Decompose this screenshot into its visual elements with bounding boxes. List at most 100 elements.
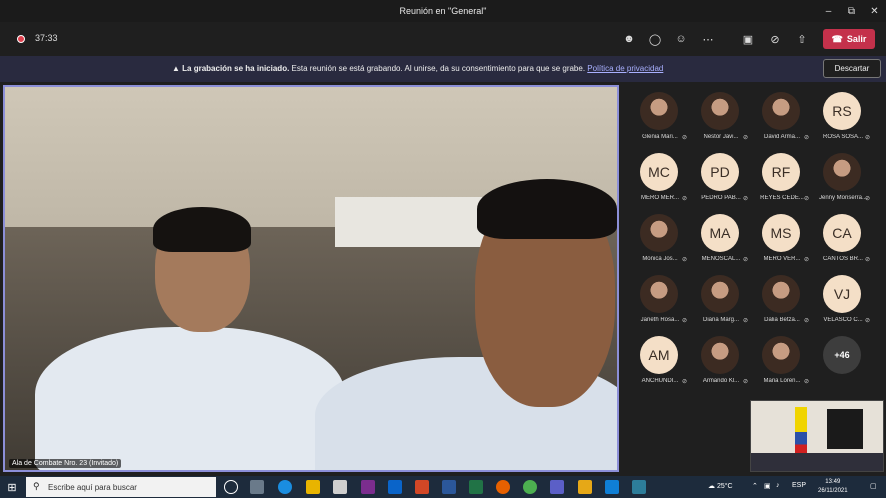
participant-avatar (762, 92, 800, 130)
network-icon[interactable]: ▣ (764, 482, 771, 490)
participant-name: Nestor Javi... (703, 134, 739, 140)
dismiss-button[interactable]: Descartar (823, 59, 881, 78)
participant-1-hair (153, 207, 251, 252)
mic-muted-icon: ⊘ (743, 196, 749, 202)
participant-name: Dalia Betza... (764, 317, 800, 323)
participant-tile[interactable]: MC MERO MER... ⊘ (630, 149, 694, 209)
mic-muted-icon: ⊘ (804, 318, 810, 324)
participant-tile[interactable]: Monica Jos... ⊘ (630, 210, 694, 270)
widgets-icon[interactable] (250, 480, 264, 494)
participant-avatar: VJ (823, 275, 861, 313)
volume-icon[interactable]: ♪ (776, 482, 780, 489)
participant-tile[interactable]: Diana Marg... ⊘ (691, 271, 755, 331)
participant-tile[interactable]: RF REYES CEDE... ⊘ (752, 149, 816, 209)
teams-icon[interactable] (550, 480, 564, 494)
self-view-video[interactable] (750, 400, 884, 472)
participant-name: PEDRO PAB... (701, 195, 741, 201)
maximize-icon[interactable]: ⧉ (840, 0, 863, 22)
video-background-shelf (335, 197, 485, 247)
participant-tile[interactable]: AM ANCHUNDI... ⊘ (630, 332, 694, 392)
participant-tile[interactable]: MS MERO VER... ⊘ (752, 210, 816, 270)
participant-tile[interactable]: PD PEDRO PAB... ⊘ (691, 149, 755, 209)
participant-avatar: CA (823, 214, 861, 252)
mic-muted-icon: ⊘ (865, 135, 871, 141)
app-icon-2[interactable] (605, 480, 619, 494)
close-icon[interactable]: ✕ (863, 0, 886, 22)
participant-name: Diana Marg... (702, 317, 739, 323)
taskbar-search-input[interactable]: ⚲ Escribe aquí para buscar (26, 477, 216, 497)
participant-tile[interactable]: David Arma... ⊘ (752, 88, 816, 148)
word-icon[interactable] (442, 480, 456, 494)
participant-tile[interactable]: Jenny Monserra... ⊘ (813, 149, 877, 209)
minimize-icon[interactable]: – (817, 0, 840, 22)
reactions-icon[interactable]: ☺ (672, 30, 690, 48)
participant-tile[interactable]: Armando Kl... ⊘ (691, 332, 755, 392)
participant-name: MERO VER... (763, 256, 801, 262)
participant-avatar (823, 153, 861, 191)
powerpoint-icon[interactable] (415, 480, 429, 494)
participant-avatar: RS (823, 92, 861, 130)
participant-name: REYES CEDE... (760, 195, 804, 201)
participant-tile[interactable]: CA CANTOS BR... ⊘ (813, 210, 877, 270)
participant-avatar: AM (640, 336, 678, 374)
mic-muted-icon: ⊘ (743, 135, 749, 141)
main-video-stage[interactable]: Ala de Combate Nro. 23 (Invitado) (3, 85, 619, 472)
mic-muted-icon: ⊘ (682, 196, 688, 202)
camera-icon[interactable]: ▣ (739, 30, 757, 48)
mic-muted-icon: ⊘ (804, 379, 810, 385)
participant-tile[interactable]: RS ROSA SOSA... ⊘ (813, 88, 877, 148)
participant-name: MERO MER... (640, 195, 679, 201)
windows-start-icon[interactable]: ⊞ (5, 480, 19, 494)
participant-1-body (35, 327, 345, 470)
taskbar-clock[interactable]: 13:49 26/11/2021 (818, 478, 848, 496)
file-explorer-icon[interactable] (306, 480, 320, 494)
store-icon[interactable] (333, 480, 347, 494)
participant-tile[interactable]: Glenia Mari... ⊘ (630, 88, 694, 148)
participant-name: Glenia Mari... (642, 134, 678, 140)
input-language[interactable]: ESP (792, 482, 806, 489)
banner-image (827, 409, 863, 449)
participant-avatar: MS (762, 214, 800, 252)
edge-browser-icon[interactable] (278, 480, 292, 494)
search-icon: ⚲ (33, 481, 40, 491)
participant-name: Janeth Rosa... (640, 317, 680, 323)
participants-icon[interactable]: ☻ (620, 30, 638, 48)
participant-avatar: MC (640, 153, 678, 191)
outlook-icon[interactable] (388, 480, 402, 494)
participant-tile[interactable]: VJ VELASCO C... ⊘ (813, 271, 877, 331)
participant-tile[interactable]: +46 (813, 332, 877, 392)
window-title: Reunión en "General" (399, 6, 487, 16)
recording-indicator-icon (17, 35, 25, 43)
onenote-icon[interactable] (361, 480, 375, 494)
participant-tile[interactable]: Janeth Rosa... ⊘ (630, 271, 694, 331)
excel-icon[interactable] (469, 480, 483, 494)
participant-name: Armando Kl... (702, 378, 740, 384)
participant-tile[interactable]: Dalia Betza... ⊘ (752, 271, 816, 331)
participant-avatar (762, 336, 800, 374)
more-options-icon[interactable]: ⋯ (699, 30, 717, 48)
chrome-icon[interactable] (523, 480, 537, 494)
mic-muted-icon: ⊘ (804, 135, 810, 141)
app-icon[interactable] (578, 480, 592, 494)
share-screen-icon[interactable]: ⇧ (793, 30, 811, 48)
participant-tile[interactable]: Maria Loren... ⊘ (752, 332, 816, 392)
weather-indicator[interactable]: ☁ 25°C (708, 482, 733, 490)
participant-avatar (640, 214, 678, 252)
tray-chevron-icon[interactable]: ⌃ (752, 482, 758, 490)
participant-tile[interactable]: Nestor Javi... ⊘ (691, 88, 755, 148)
task-view-icon[interactable] (224, 480, 238, 494)
recording-banner: ▲ La grabación se ha iniciado. Esta reun… (0, 56, 886, 82)
desk-image (751, 453, 883, 471)
mic-muted-icon[interactable]: ⊘ (766, 30, 784, 48)
firefox-icon[interactable] (496, 480, 510, 494)
privacy-policy-link[interactable]: Política de privacidad (587, 64, 663, 73)
notifications-icon[interactable]: ▢ (870, 482, 877, 490)
leave-button[interactable]: ☎ Salir (823, 29, 875, 49)
more-participants-button[interactable]: +46 (823, 336, 861, 374)
participant-tile[interactable]: MA MENOSCAL... ⊘ (691, 210, 755, 270)
app-icon-3[interactable] (632, 480, 646, 494)
clock-time: 13:49 (825, 479, 841, 485)
participant-name: David Arma... (763, 134, 800, 140)
chat-icon[interactable]: ◯ (646, 30, 664, 48)
participant-avatar: RF (762, 153, 800, 191)
